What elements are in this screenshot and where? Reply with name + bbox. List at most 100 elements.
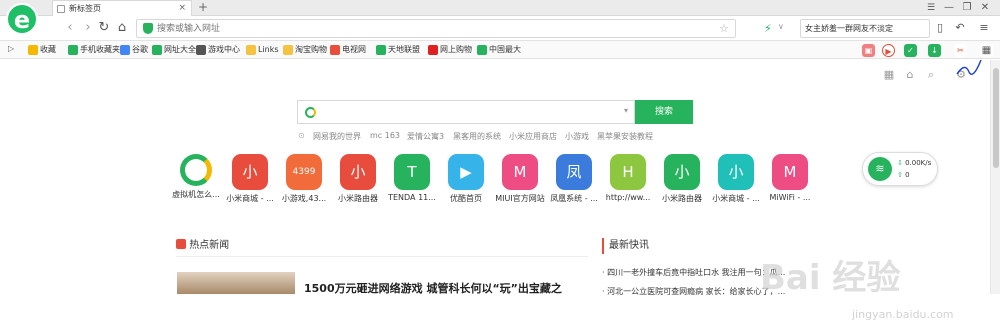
hot-search-link[interactable]: 爱情公寓3 bbox=[407, 131, 444, 142]
address-input[interactable] bbox=[157, 21, 717, 36]
address-bar[interactable]: ☆ bbox=[136, 19, 736, 38]
bookmark-label: 网址大全 bbox=[164, 45, 196, 54]
speed-dial-glyph: 小 bbox=[350, 163, 366, 181]
chevron-down-icon[interactable]: ∨ bbox=[778, 22, 784, 31]
browser-logo[interactable]: e bbox=[6, 3, 38, 35]
hot-search-link[interactable]: 网易我的世界 bbox=[313, 131, 361, 142]
hot-search-link[interactable]: 小游戏 bbox=[565, 131, 589, 142]
bookmark-label: 天地联盟 bbox=[388, 45, 420, 54]
news-thumbnail[interactable] bbox=[177, 272, 295, 294]
restore-button[interactable]: ❐ bbox=[960, 1, 974, 15]
speed-dial-glyph: T bbox=[407, 163, 417, 181]
bookmark-favicon-icon bbox=[120, 45, 130, 55]
bookmark-item[interactable]: 电视网 bbox=[330, 44, 366, 56]
engine-dropdown-icon[interactable]: ▾ bbox=[624, 106, 628, 115]
search-box[interactable]: ▾ bbox=[297, 100, 635, 124]
speed-dial-tile[interactable]: T TENDA 11... bbox=[384, 154, 440, 202]
flash-news-title: 最新快讯 bbox=[609, 240, 649, 251]
new-tab-button[interactable]: + bbox=[198, 0, 208, 14]
bookmark-item[interactable]: 手机收藏夹 bbox=[68, 44, 120, 56]
flash-news-item[interactable]: · 河北一公立医院可查网瘾病 家长：给家长心了，... bbox=[602, 286, 785, 297]
speed-dial-tile[interactable]: Hhttp://ww... bbox=[600, 154, 656, 202]
hot-search-link[interactable]: mc 163 bbox=[370, 131, 400, 140]
lightning-icon[interactable]: ⚡ bbox=[764, 22, 772, 35]
bookmark-favicon-icon bbox=[196, 45, 206, 55]
scissors-icon[interactable]: ✂ bbox=[954, 44, 967, 57]
bookmark-item[interactable]: 谷歌 bbox=[120, 44, 148, 56]
more-menu-icon[interactable]: ≡ bbox=[976, 20, 992, 36]
bookmark-item[interactable]: 游戏中心 bbox=[196, 44, 240, 56]
bookmark-item[interactable]: 收藏 bbox=[28, 44, 56, 56]
speed-dial-glyph: 4399 bbox=[292, 167, 316, 177]
bookmark-item[interactable]: 网址大全 bbox=[152, 44, 196, 56]
speed-dial-icon: ▶ bbox=[448, 154, 484, 190]
bookmarks-bar: ▷ 收藏 手机收藏夹 谷歌 网址大全 游戏中心 Links 淘宝购物 电视网 天地联盟 网上购物 中… bbox=[0, 41, 1000, 59]
speed-dial-icon: H bbox=[610, 154, 646, 190]
play-icon[interactable]: ▶ bbox=[882, 44, 895, 57]
bookmark-label: 中国最大 bbox=[489, 45, 521, 54]
apps-grid-icon[interactable]: ▦ bbox=[980, 44, 993, 57]
close-window-button[interactable]: ✕ bbox=[978, 1, 992, 15]
scrollbar[interactable] bbox=[990, 60, 1000, 294]
speed-dial-tile[interactable]: 小小米路由器 bbox=[654, 154, 710, 204]
hot-search-link[interactable]: 黑苹果安装教程 bbox=[597, 131, 653, 142]
scrollbar-thumb[interactable] bbox=[993, 68, 999, 168]
speed-dial-label: http://ww... bbox=[605, 193, 651, 202]
speed-dial-tile[interactable]: 小小米商城 - ... bbox=[708, 154, 764, 204]
speed-dial-label: 小米商城 - ... bbox=[712, 194, 760, 203]
bookmark-label: 电视网 bbox=[342, 45, 366, 54]
home-icon[interactable]: ⌂ bbox=[114, 20, 130, 36]
phone-icon[interactable]: ▯ bbox=[932, 20, 948, 36]
close-tab-icon[interactable]: × bbox=[178, 1, 186, 16]
bookmark-item[interactable]: 中国最大 bbox=[477, 44, 521, 56]
back-icon[interactable]: ‹ bbox=[62, 20, 78, 36]
flash-news-header: 最新快讯 bbox=[602, 238, 649, 254]
speed-dial-label: MiWiFi - ... bbox=[769, 193, 811, 202]
hot-icon: ⊙ bbox=[298, 131, 305, 140]
speed-dial-tile[interactable]: 小小米路由器 bbox=[330, 154, 386, 204]
undo-icon[interactable]: ↶ bbox=[952, 20, 968, 36]
hot-news-title: 热点新闻 bbox=[189, 240, 230, 251]
divider bbox=[176, 256, 588, 257]
menu-icon[interactable]: ☰ bbox=[924, 1, 938, 15]
speed-dial-label: 小游戏,43... bbox=[281, 194, 327, 203]
bookmark-favicon-icon bbox=[246, 45, 256, 55]
speed-dial-tile[interactable]: ▶ 优酷首页 bbox=[438, 154, 494, 204]
forward-icon[interactable]: › bbox=[80, 20, 96, 36]
network-speed-widget[interactable]: ≋ ⇩ 0.00K/s ⇧ 0 bbox=[862, 152, 938, 186]
speed-dial-tile[interactable]: 4399 小游戏,43... bbox=[276, 154, 332, 204]
hot-search-link[interactable]: 黑客用的系统 bbox=[453, 131, 501, 142]
hot-search-link[interactable]: 小米应用商店 bbox=[509, 131, 557, 142]
download-icon[interactable]: ↓ bbox=[928, 44, 941, 57]
speed-dial-label: TENDA 11... bbox=[388, 193, 436, 202]
reload-icon[interactable]: ↻ bbox=[96, 20, 112, 36]
security-shield-icon[interactable]: ✓ bbox=[904, 44, 917, 57]
search-icon[interactable]: ⌕ bbox=[924, 68, 938, 82]
bookmark-item[interactable]: 天地联盟 bbox=[376, 44, 420, 56]
bookmark-item[interactable]: 淘宝购物 bbox=[283, 44, 327, 56]
speed-dial-icon bbox=[180, 154, 212, 186]
speed-dial-tile[interactable]: 凤凤凰系统 - ... bbox=[546, 154, 602, 204]
home-outline-icon[interactable]: ⌂ bbox=[903, 68, 917, 82]
baidu-watermark: Bai 经验 bbox=[760, 258, 901, 298]
bookmark-item[interactable]: 网上购物 bbox=[428, 44, 472, 56]
tab-bar: 新标签页 × + ☰ — ❐ ✕ bbox=[0, 0, 1000, 16]
minimize-button[interactable]: — bbox=[942, 1, 956, 15]
speed-dial-tile[interactable]: 虚拟机怎么... bbox=[168, 154, 224, 200]
sidebar-toggle-icon[interactable]: ▷ bbox=[8, 44, 14, 53]
speed-dial-tile[interactable]: M MiWiFi - ... bbox=[762, 154, 818, 202]
screenshot-icon[interactable]: ▣ bbox=[862, 44, 875, 57]
upload-speed: ⇧ 0 bbox=[897, 171, 910, 179]
speed-dial-tile[interactable]: 小小米商城 - ... bbox=[222, 154, 278, 204]
grid-view-icon[interactable]: ▦ bbox=[882, 68, 896, 82]
bookmark-star-icon[interactable]: ☆ bbox=[719, 22, 729, 35]
speed-dial-label: 小米商城 - ... bbox=[226, 194, 274, 203]
tab-new-tab[interactable]: 新标签页 × bbox=[52, 0, 192, 16]
bookmark-favicon-icon bbox=[152, 45, 162, 55]
search-button[interactable]: 搜索 bbox=[635, 100, 693, 124]
bookmark-item[interactable]: Links bbox=[246, 44, 279, 56]
page-icon bbox=[57, 5, 65, 13]
search-suggest-field[interactable]: 女主娇羞一群网友不淡定 bbox=[800, 19, 930, 38]
speed-dial-tile[interactable]: M MIUI官方网站 bbox=[492, 154, 548, 204]
flash-news-item[interactable]: · 四川一老外撞车后竟中指吐口水 我注用一句：瓜... bbox=[602, 267, 785, 278]
